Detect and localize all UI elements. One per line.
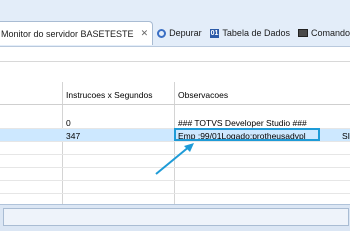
observations-cell: ### TOTVS Developer Studio ###	[178, 118, 307, 128]
tab-label: Depurar	[169, 28, 202, 38]
overflow-cell: SI	[342, 131, 350, 141]
column-header-instructions[interactable]: Instrucoes x Segundos	[66, 90, 152, 100]
instructions-cell: 0	[66, 118, 71, 128]
tab-label: Tabela de Dados	[222, 28, 290, 38]
terminal-icon	[297, 29, 308, 37]
close-icon[interactable]: ✕	[141, 28, 149, 39]
tab-data-table[interactable]: 01 Tabela de Dados	[206, 21, 294, 45]
tab-label: Monitor do servidor BASETESTE	[1, 28, 134, 39]
tab-debug[interactable]: Depurar	[153, 21, 206, 45]
tab-label: Comando	[310, 28, 350, 38]
editor-tab-bar: Monitor do servidor BASETESTE ✕ Depurar …	[0, 0, 350, 47]
annotation-arrow-icon	[155, 143, 194, 175]
column-header-observations[interactable]: Observacoes	[178, 90, 228, 100]
table-row[interactable]	[0, 181, 350, 194]
instructions-cell: 347	[66, 131, 81, 141]
tab-command[interactable]: Comando	[294, 21, 350, 45]
tab-server-monitor[interactable]: Monitor do servidor BASETESTE ✕	[0, 21, 154, 45]
view-toolbar	[0, 47, 350, 62]
data-table-icon: 01	[209, 28, 220, 38]
bottom-panel-frame	[3, 208, 349, 226]
debug-gear-icon	[157, 28, 167, 38]
header-divider	[0, 104, 350, 105]
